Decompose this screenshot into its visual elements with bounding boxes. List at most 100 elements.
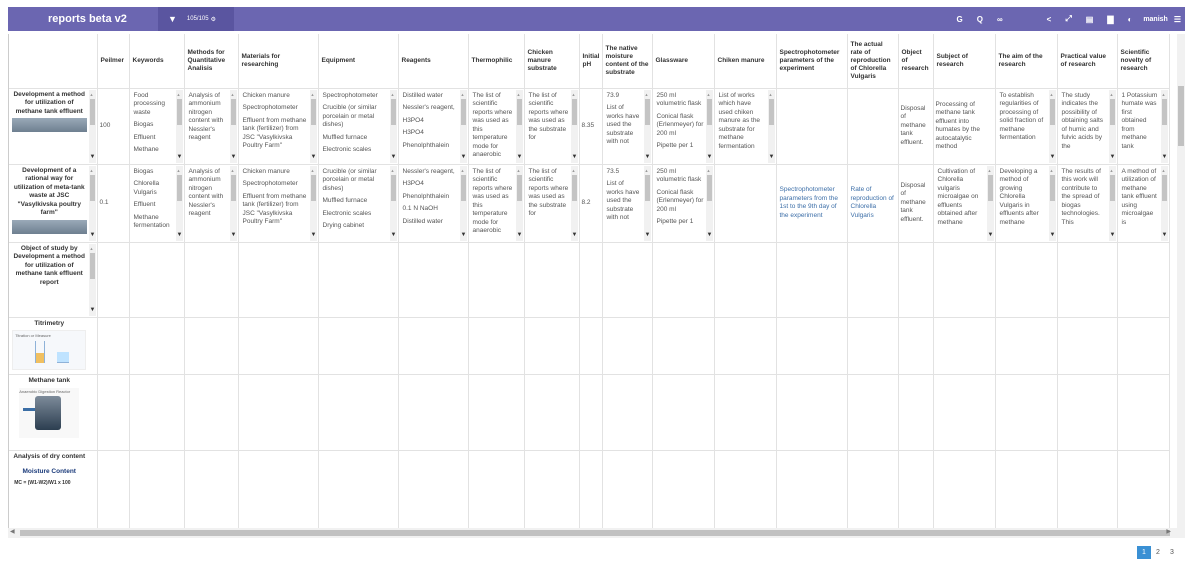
cell-scrollbar[interactable]: ▲ xyxy=(705,165,713,241)
row-title-cell[interactable]: Methane tank Anaerobic Digestion Reactor xyxy=(9,374,98,451)
chevron-down-icon[interactable]: ▼ xyxy=(572,231,578,240)
col-header-subject[interactable]: Subject of research xyxy=(933,34,996,89)
cell-scrollbar[interactable]: ▲ xyxy=(175,89,183,163)
table-row[interactable]: Development a method for utilization of … xyxy=(9,88,1170,165)
novelty-cell[interactable]: A method of utilization of methane tank … xyxy=(1117,164,1170,243)
cell-scrollbar[interactable]: ▲ xyxy=(88,165,96,241)
row-title-cell[interactable]: Development a method for utilization of … xyxy=(9,88,98,165)
cell-scrollbar[interactable]: ▲ xyxy=(1108,165,1116,241)
filter-icon[interactable]: ▼ xyxy=(168,14,177,24)
cell-scrollbar[interactable]: ▲ xyxy=(389,89,397,163)
chevron-down-icon[interactable]: ▼ xyxy=(645,231,651,240)
glassware-cell[interactable]: 250 ml volumetric flask Conical flask (E… xyxy=(652,88,715,165)
col-header-object[interactable]: Object of research xyxy=(898,34,934,89)
cell-scrollbar[interactable]: ▲ xyxy=(88,89,96,163)
equipment-cell[interactable]: Spectrophotometer Crucible (or similar p… xyxy=(318,88,399,165)
menu-icon[interactable]: ☰ xyxy=(1174,15,1185,24)
col-header-ph[interactable]: Initial pH xyxy=(579,34,603,89)
chevron-down-icon[interactable]: ▼ xyxy=(1050,231,1056,240)
cell-scrollbar[interactable]: ▲ xyxy=(229,89,237,163)
col-header-spectro[interactable]: Spectrophotometer parameters of the expe… xyxy=(776,34,848,89)
table-row[interactable]: Methane tank Anaerobic Digestion Reactor xyxy=(9,374,1170,451)
search-icon[interactable]: Q xyxy=(970,15,990,24)
col-header-name[interactable] xyxy=(9,34,98,89)
cell-scrollbar[interactable]: ▲ xyxy=(459,89,467,163)
chevron-down-icon[interactable]: ▼ xyxy=(1110,153,1116,162)
cell-scrollbar[interactable]: ▲ xyxy=(1108,89,1116,163)
practical-cell[interactable]: The study indicates the possibility of o… xyxy=(1057,88,1118,165)
chevron-down-icon[interactable]: ▼ xyxy=(707,231,713,240)
cell-scrollbar[interactable]: ▲ xyxy=(175,165,183,241)
col-header-reagents[interactable]: Reagents xyxy=(398,34,469,89)
novelty-cell[interactable]: 1 Potassium humate was first obtained fr… xyxy=(1117,88,1170,165)
moisture-cell[interactable]: 73.5 List of works have used the substra… xyxy=(602,164,653,243)
chevron-down-icon[interactable]: ▼ xyxy=(391,231,397,240)
glassware-cell[interactable]: 250 ml volumetric flask Conical flask (E… xyxy=(652,164,715,243)
vertical-scrollbar[interactable] xyxy=(1177,34,1185,528)
chevron-down-icon[interactable]: ▼ xyxy=(461,231,467,240)
materials-cell[interactable]: Chicken manure Spectrophotometer Effluen… xyxy=(238,164,319,243)
cell-scrollbar[interactable]: ▲ xyxy=(1048,89,1056,163)
chevron-down-icon[interactable]: ▼ xyxy=(517,231,523,240)
share-icon[interactable]: < xyxy=(1040,15,1059,24)
aim-cell[interactable]: Developing a method of growing Chlorella… xyxy=(995,164,1058,243)
cell-scrollbar[interactable]: ▲ xyxy=(229,165,237,241)
chiken-cell[interactable] xyxy=(714,164,777,243)
cell-scrollbar[interactable]: ▲ xyxy=(1048,165,1056,241)
table-row[interactable]: Object of study by Development a method … xyxy=(9,242,1170,318)
rate-cell[interactable] xyxy=(847,88,899,165)
theme-icon[interactable]: ◐ xyxy=(1120,15,1139,24)
chevron-down-icon[interactable]: ▼ xyxy=(517,153,523,162)
cell-scrollbar[interactable]: ▲ xyxy=(309,89,317,163)
cell-scrollbar[interactable]: ▲ xyxy=(389,165,397,241)
scroll-thumb[interactable] xyxy=(20,530,1170,536)
col-header-aim[interactable]: The aim of the research xyxy=(995,34,1058,89)
chevron-down-icon[interactable]: ▼ xyxy=(988,231,994,240)
col-header-keywords[interactable]: Keywords xyxy=(129,34,185,89)
thermophilic-cell[interactable]: The list of scientific reports where was… xyxy=(468,164,525,243)
table-row[interactable]: Titrimetry Titration or Measure xyxy=(9,317,1170,375)
col-header-glassware[interactable]: Glassware xyxy=(652,34,715,89)
cell-scrollbar[interactable]: ▲ xyxy=(986,165,994,241)
cell-scrollbar[interactable]: ▲ xyxy=(1160,165,1168,241)
chevron-down-icon[interactable]: ▼ xyxy=(461,153,467,162)
subject-cell[interactable]: Cultivation of Chlorella vulgaris microa… xyxy=(933,164,996,243)
keywords-cell[interactable]: Biogas Chlorella Vulgaris Effluent Metha… xyxy=(129,164,185,243)
cell-scrollbar[interactable]: ▲ xyxy=(309,165,317,241)
cell-scrollbar[interactable]: ▲ xyxy=(570,89,578,163)
cell-scrollbar[interactable]: ▲ xyxy=(705,89,713,163)
cell-scrollbar[interactable]: ▲ xyxy=(88,243,96,316)
chevron-down-icon[interactable]: ▼ xyxy=(645,153,651,162)
horizontal-scrollbar[interactable]: ◀ ▶ xyxy=(8,528,1185,538)
row-title-cell[interactable]: Development of a rational way for utiliz… xyxy=(9,164,98,243)
chevron-down-icon[interactable]: ▼ xyxy=(1110,231,1116,240)
fullscreen-icon[interactable]: ⤢ xyxy=(1058,14,1078,24)
col-header-practical[interactable]: Practical value of research xyxy=(1057,34,1118,89)
cell-scrollbar[interactable]: ▲ xyxy=(1160,89,1168,163)
row-title-cell[interactable]: Titrimetry Titration or Measure xyxy=(9,317,98,375)
peilmer-cell[interactable]: 100 xyxy=(97,88,130,165)
scroll-right-icon[interactable]: ▶ xyxy=(1166,528,1171,535)
user-name[interactable]: manish xyxy=(1143,16,1168,23)
chiken-cell[interactable]: List of works which have used chiken man… xyxy=(714,88,777,165)
spectro-cell[interactable]: Spectrophotometer parameters from the 1s… xyxy=(776,164,848,243)
chevron-down-icon[interactable]: ▼ xyxy=(177,231,183,240)
col-header-rate[interactable]: The actual rate of reproduction of Chlor… xyxy=(847,34,899,89)
keywords-cell[interactable]: Food processing waste Biogas Effluent Me… xyxy=(129,88,185,165)
chevron-down-icon[interactable]: ▼ xyxy=(391,153,397,162)
row-title-cell[interactable]: Analysis of dry content Moisture Content… xyxy=(9,450,98,528)
chevron-down-icon[interactable]: ▼ xyxy=(1162,153,1168,162)
rate-cell[interactable]: Rate of reproduction of Chlorella Vulgar… xyxy=(847,164,899,243)
ph-cell[interactable]: 8.2 xyxy=(579,164,603,243)
col-header-chiken[interactable]: Chiken manure xyxy=(714,34,777,89)
cell-scrollbar[interactable]: ▲ xyxy=(515,165,523,241)
settings-icon[interactable]: ⚙ xyxy=(211,16,216,23)
row-title-cell[interactable]: Object of study by Development a method … xyxy=(9,242,98,318)
chevron-down-icon[interactable]: ▼ xyxy=(90,153,96,162)
chevron-down-icon[interactable]: ▼ xyxy=(1050,153,1056,162)
methods-cell[interactable]: Analysis of ammonium nitrogen content wi… xyxy=(184,88,239,165)
table-row[interactable]: Development of a rational way for utiliz… xyxy=(9,164,1170,243)
practical-cell[interactable]: The results of this work will contribute… xyxy=(1057,164,1118,243)
thermophilic-cell[interactable]: The list of scientific reports where was… xyxy=(468,88,525,165)
page-3-button[interactable]: 3 xyxy=(1165,546,1179,559)
